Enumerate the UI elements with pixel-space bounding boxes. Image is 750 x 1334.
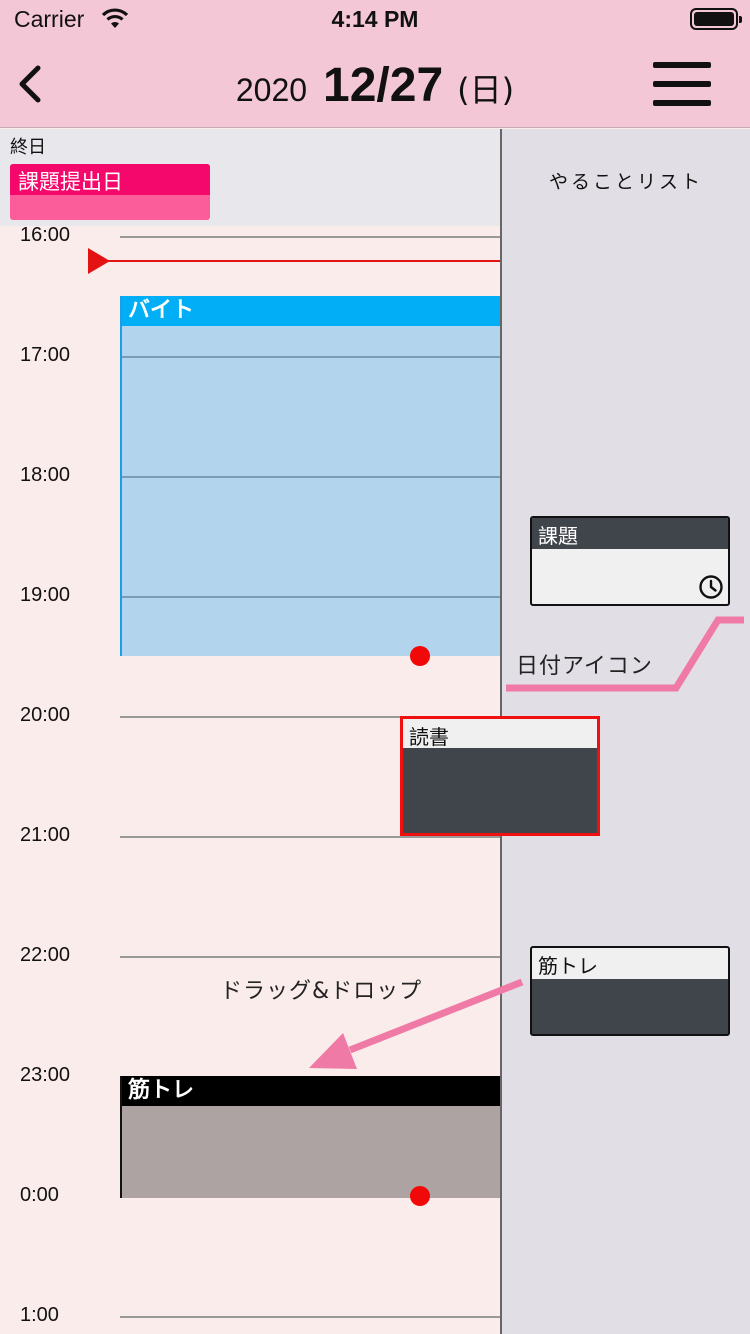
dragging-card-title: 読書 xyxy=(403,719,597,749)
all-day-section: 終日 課題提出日 xyxy=(0,129,500,226)
hour-line xyxy=(122,596,500,598)
dragging-card[interactable]: 読書 xyxy=(400,716,600,836)
todo-item[interactable]: 筋トレ xyxy=(530,946,730,1036)
hour-label: 16:00 xyxy=(20,224,71,246)
date-header: 2020 12/27 (日) xyxy=(0,58,750,113)
annotation-drag-drop-label: ドラッグ&ドロップ xyxy=(220,979,423,1004)
hour-label: 0:00 xyxy=(20,1184,59,1206)
date-month-day: 12/27 xyxy=(323,59,444,112)
hour-line xyxy=(120,836,500,838)
event-title: バイト xyxy=(122,296,500,326)
hour-label: 22:00 xyxy=(20,944,71,966)
event-kintore[interactable]: 筋トレ xyxy=(120,1076,500,1198)
todo-item-label: 課題 xyxy=(532,518,728,549)
hour-label: 1:00 xyxy=(20,1304,59,1326)
all-day-event-title: 課題提出日 xyxy=(10,164,210,195)
todo-item[interactable]: 課題 xyxy=(530,516,730,606)
hour-label: 21:00 xyxy=(20,824,71,846)
battery-icon xyxy=(690,8,742,30)
todo-title: やることリスト xyxy=(548,171,703,193)
status-bar: Carrier 4:14 PM xyxy=(0,0,750,40)
hour-label: 23:00 xyxy=(20,1064,71,1086)
event-baito[interactable]: バイト xyxy=(120,296,500,656)
all-day-event[interactable]: 課題提出日 xyxy=(10,164,210,220)
resize-handle[interactable] xyxy=(410,1186,430,1206)
hour-label: 19:00 xyxy=(20,584,71,606)
all-day-label: 終日 xyxy=(10,137,46,158)
resize-handle[interactable] xyxy=(410,646,430,666)
date-weekday: (日) xyxy=(457,71,515,109)
annotation-date-icon-label: 日付アイコン xyxy=(516,654,653,679)
hamburger-menu-icon[interactable] xyxy=(653,62,711,106)
hour-line xyxy=(120,956,500,958)
status-time: 4:14 PM xyxy=(331,6,419,32)
todo-item-label: 筋トレ xyxy=(532,948,728,979)
hour-line xyxy=(122,476,500,478)
current-time-line xyxy=(104,260,500,262)
date-year: 2020 xyxy=(235,72,308,108)
nav-bar: 2020 12/27 (日) xyxy=(0,40,750,128)
hour-line xyxy=(120,1316,500,1318)
hour-line xyxy=(122,356,500,358)
hour-label: 20:00 xyxy=(20,704,71,726)
hour-label: 17:00 xyxy=(20,344,71,366)
event-title: 筋トレ xyxy=(122,1076,500,1106)
hour-label: 18:00 xyxy=(20,464,71,486)
clock-icon[interactable] xyxy=(698,574,724,600)
hour-line xyxy=(120,236,500,238)
